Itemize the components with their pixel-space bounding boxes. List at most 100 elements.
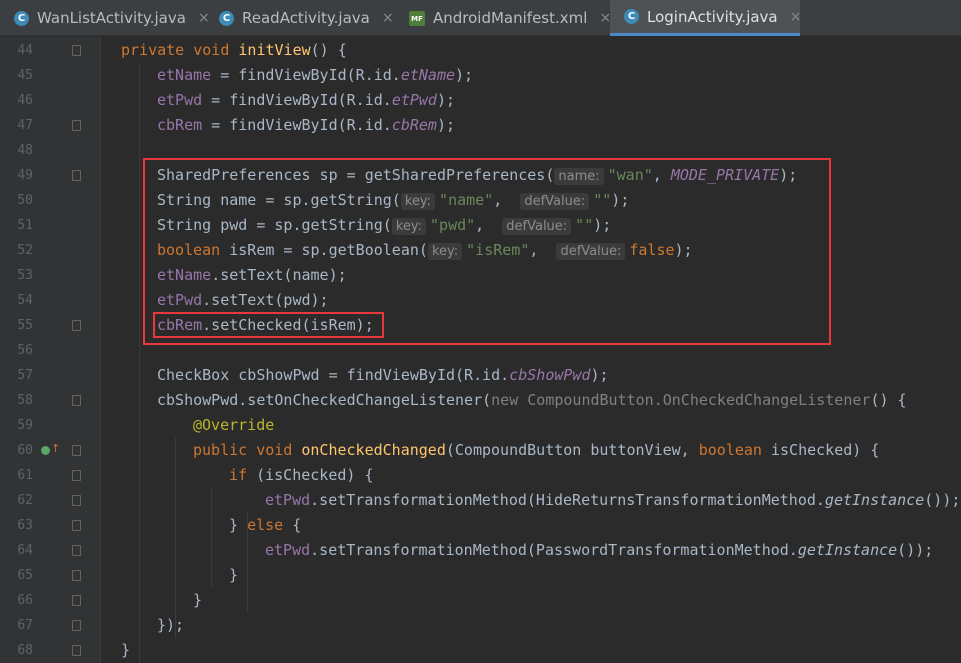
fold-marker-icon[interactable]	[72, 320, 81, 331]
code-line: 62 etPwd.setTransformationMethod(HideRetu…	[0, 488, 961, 513]
line-number: 46	[17, 93, 33, 108]
code-token: (isChecked) {	[256, 466, 374, 484]
line-number: 56	[17, 343, 33, 358]
code-text[interactable]: @Override	[193, 413, 274, 438]
code-token: onCheckedChanged	[301, 441, 446, 459]
implements-arrow-icon[interactable]: ↑	[51, 443, 60, 455]
code-token: new CompoundButton.OnCheckedChangeListen…	[491, 391, 871, 409]
code-token: getInstance	[824, 491, 925, 509]
code-token: () {	[870, 391, 907, 409]
code-token: CheckBox cbShowPwd = findViewById(R.id.	[157, 366, 510, 384]
code-text[interactable]: cbRem = findViewById(R.id.cbRem);	[157, 113, 455, 138]
tab-label: WanListActivity.java	[37, 9, 186, 27]
line-number: 61	[17, 468, 33, 483]
code-token: etPwd	[391, 91, 437, 109]
code-token: .setTransformationMethod(PasswordTransfo…	[310, 541, 798, 559]
code-line: 59 @Override	[0, 413, 961, 438]
code-text[interactable]: public void onCheckedChanged(CompoundBut…	[193, 438, 879, 463]
line-number: 62	[17, 493, 33, 508]
code-token: }	[193, 591, 203, 609]
code-token: (CompoundButton buttonView,	[445, 441, 699, 459]
code-line: 47 cbRem = findViewById(R.id.cbRem);	[0, 113, 961, 138]
tab-label: ReadActivity.java	[242, 9, 370, 27]
code-text[interactable]: }	[229, 563, 238, 588]
code-line: 60 ↑ public void onCheckedChanged(Compound…	[0, 438, 961, 463]
fold-marker-icon[interactable]	[72, 520, 81, 531]
close-icon[interactable]: ×	[382, 10, 394, 26]
code-token: .setTransformationMethod(HideReturnsTran…	[310, 491, 825, 509]
code-text[interactable]: CheckBox cbShowPwd = findViewById(R.id.c…	[157, 363, 609, 388]
fold-marker-icon[interactable]	[72, 470, 81, 481]
line-number: 47	[17, 118, 33, 133]
code-token: public void	[193, 441, 302, 459]
fold-marker-icon[interactable]	[72, 545, 81, 556]
code-token: {	[292, 516, 302, 534]
code-text[interactable]: });	[157, 613, 184, 638]
code-line: 65}	[0, 563, 961, 588]
code-token: else	[247, 516, 293, 534]
code-text[interactable]: cbShowPwd.setOnCheckedChangeListener(new…	[157, 388, 907, 413]
code-token: }	[229, 516, 248, 534]
code-token: cbRem	[391, 116, 437, 134]
fold-marker-icon[interactable]	[72, 445, 81, 456]
code-token: = findViewById(R.id.	[202, 91, 392, 109]
line-number: 55	[17, 318, 33, 333]
tab-label: AndroidManifest.xml	[433, 9, 588, 27]
code-line: 46 etPwd = findViewById(R.id.etPwd);	[0, 88, 961, 113]
line-number: 48	[17, 143, 33, 158]
code-token: }	[229, 566, 239, 584]
tab-loginactivity-java[interactable]: C LoginActivity.java ×	[610, 0, 802, 36]
fold-marker-icon[interactable]	[72, 120, 81, 131]
line-number: 50	[17, 193, 33, 208]
code-token: }	[121, 641, 131, 659]
tab-wanlistactivity-java[interactable]: C WanListActivity.java ×	[0, 0, 210, 36]
highlight-box-setchecked-line	[153, 312, 384, 338]
tab-androidmanifest-xml[interactable]: MF AndroidManifest.xml ×	[395, 0, 611, 36]
code-token: isChecked) {	[771, 441, 880, 459]
code-text[interactable]: etPwd.setTransformationMethod(PasswordTr…	[265, 538, 933, 563]
code-text[interactable]: etPwd.setTransformationMethod(HideReturn…	[265, 488, 960, 513]
code-token: private void	[121, 41, 239, 59]
code-line: 57 CheckBox cbShowPwd = findViewById(R.id…	[0, 363, 961, 388]
code-text[interactable]: }	[121, 638, 130, 663]
code-token: etName	[400, 66, 456, 84]
line-number: 51	[17, 218, 33, 233]
override-method-icon[interactable]	[41, 446, 50, 455]
code-text[interactable]: etPwd = findViewById(R.id.etPwd);	[157, 88, 455, 113]
code-token: cbRem	[157, 116, 203, 134]
code-line: 44 private void initView() {	[0, 38, 961, 63]
tab-readactivity-java[interactable]: C ReadActivity.java ×	[205, 0, 395, 36]
tab-label: LoginActivity.java	[647, 7, 778, 26]
code-token: if	[229, 466, 257, 484]
code-text[interactable]: }	[193, 588, 202, 613]
fold-marker-icon[interactable]	[72, 645, 81, 656]
manifest-file-icon: MF	[409, 10, 425, 26]
code-line: 68}	[0, 638, 961, 663]
code-token: etPwd	[265, 491, 311, 509]
line-number: 49	[17, 168, 33, 183]
code-text[interactable]: private void initView() {	[121, 38, 347, 63]
code-editor[interactable]: 44 private void initView() {45 etName = fi…	[0, 37, 961, 663]
fold-marker-icon[interactable]	[72, 45, 81, 56]
fold-marker-icon[interactable]	[72, 495, 81, 506]
fold-marker-icon[interactable]	[72, 570, 81, 581]
close-icon[interactable]: ×	[790, 9, 802, 25]
code-line: 63} else {	[0, 513, 961, 538]
line-number: 66	[17, 593, 33, 608]
code-text[interactable]: } else {	[229, 513, 301, 538]
code-token: });	[157, 616, 185, 634]
code-token: );	[455, 66, 474, 84]
line-number: 57	[17, 368, 33, 383]
fold-marker-icon[interactable]	[72, 170, 81, 181]
fold-marker-icon[interactable]	[72, 595, 81, 606]
fold-marker-icon[interactable]	[72, 395, 81, 406]
code-token: ());	[897, 541, 934, 559]
code-token: = findViewById(R.id.	[202, 116, 392, 134]
code-text[interactable]: if (isChecked) {	[229, 463, 374, 488]
code-line: 61 if (isChecked) {	[0, 463, 961, 488]
line-number: 64	[17, 543, 33, 558]
code-line: 66}	[0, 588, 961, 613]
fold-marker-icon[interactable]	[72, 620, 81, 631]
code-line: 45 etName = findViewById(R.id.etName);	[0, 63, 961, 88]
code-text[interactable]: etName = findViewById(R.id.etName);	[157, 63, 473, 88]
